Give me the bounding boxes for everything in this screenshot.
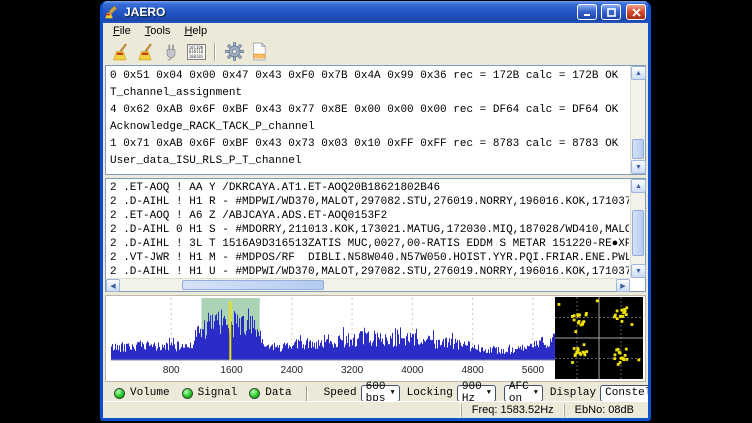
signal-led-icon bbox=[182, 388, 193, 399]
svg-text:1600: 1600 bbox=[220, 365, 243, 376]
acars-hscrollbar[interactable]: ◀ ▶ bbox=[106, 278, 630, 291]
log-line: 2 .D-AIHL ! 3L T 1516A9D316513ZATIS MUC,… bbox=[110, 237, 626, 251]
maximize-button[interactable] bbox=[601, 4, 621, 20]
broom-icon bbox=[112, 43, 130, 61]
signal-label: Signal bbox=[198, 387, 238, 399]
speed-select[interactable]: 600 bps ▼ bbox=[361, 385, 400, 402]
svg-text:4000: 4000 bbox=[401, 365, 424, 376]
status-bar: Freq: 1583.52Hz EbNo: 08dB bbox=[103, 401, 648, 418]
svg-text:2400: 2400 bbox=[281, 365, 304, 376]
acars-vscrollbar[interactable]: ▲ ▼ bbox=[630, 179, 645, 278]
data-indicator: Data bbox=[249, 387, 291, 399]
chevron-down-icon: ▼ bbox=[390, 389, 394, 397]
packet-output-vscrollbar[interactable]: ▲ ▼ bbox=[630, 66, 645, 174]
locking-select[interactable]: 900 Hz ▼ bbox=[457, 385, 496, 402]
menu-help[interactable]: Help bbox=[177, 24, 214, 39]
acars-message-area[interactable]: 2 .ET-AOQ ! AA Y /DKRCAYA.AT1.ET-AOQ20B1… bbox=[105, 178, 646, 292]
clear-first-output-button[interactable] bbox=[110, 41, 132, 62]
log-file-icon: LOG bbox=[250, 42, 268, 61]
window-title: JAERO bbox=[124, 5, 573, 19]
log-line: Acknowledge_RACK_TACK_P_channel bbox=[110, 119, 626, 136]
toolbar: 101100 010110 100101 bbox=[103, 39, 648, 64]
log-line: 2 .D-AIHL ! H1 R - #MDPWI/WD370,MALOT,29… bbox=[110, 195, 626, 209]
scrollbar-thumb[interactable] bbox=[182, 280, 324, 290]
close-button[interactable] bbox=[626, 4, 646, 20]
scroll-left-arrow-icon[interactable]: ◀ bbox=[106, 279, 120, 292]
freq-status: Freq: 1583.52Hz bbox=[461, 404, 564, 417]
toolbar-separator bbox=[214, 43, 216, 61]
afc-select[interactable]: AFC on ▼ bbox=[504, 385, 543, 402]
log-line: 2 .D-AIHL 0 H1 S - #MDORRY,211013.KOK,17… bbox=[110, 223, 626, 237]
svg-text:3200: 3200 bbox=[341, 365, 364, 376]
scroll-right-arrow-icon[interactable]: ▶ bbox=[616, 279, 630, 292]
volume-led-icon bbox=[114, 388, 125, 399]
volume-label: Volume bbox=[130, 387, 170, 399]
controls-separator bbox=[306, 386, 308, 401]
acars-message-text: 2 .ET-AOQ ! AA Y /DKRCAYA.AT1.ET-AOQ20B1… bbox=[107, 180, 629, 277]
title-bar[interactable]: JAERO bbox=[100, 1, 651, 23]
chevron-down-icon: ▼ bbox=[487, 389, 491, 397]
log-icon-label: LOG bbox=[255, 54, 264, 59]
broom-icon bbox=[137, 43, 155, 61]
log-line: 4 0x62 0xAB 0x6F 0xBF 0x43 0x77 0x8E 0x0… bbox=[110, 102, 626, 119]
minimize-button[interactable] bbox=[577, 4, 597, 20]
scroll-up-arrow-icon[interactable]: ▲ bbox=[631, 66, 646, 80]
close-icon bbox=[632, 8, 641, 17]
data-led-icon bbox=[249, 388, 260, 399]
scrollbar-thumb[interactable] bbox=[632, 210, 644, 256]
scroll-down-arrow-icon[interactable]: ▼ bbox=[631, 160, 646, 174]
log-line: 1 0x71 0xAB 0x6F 0xBF 0x43 0x73 0x03 0x1… bbox=[110, 136, 626, 153]
svg-text:5600: 5600 bbox=[522, 365, 545, 376]
log-line: 0 0x51 0x04 0x00 0x47 0x43 0xF0 0x7B 0x4… bbox=[110, 68, 626, 85]
log-line: User_data_ISU_RLS_P_T_channel bbox=[110, 153, 626, 170]
log-line: T_channel_assignment bbox=[110, 85, 626, 102]
packet-output-text: 0 0x51 0x04 0x00 0x47 0x43 0xF0 0x7B 0x4… bbox=[107, 67, 629, 173]
jaero-window: JAERO File Tools Help bbox=[100, 1, 651, 421]
speed-label: Speed bbox=[324, 387, 357, 399]
minimize-icon bbox=[583, 8, 592, 17]
menu-tools[interactable]: Tools bbox=[138, 24, 178, 39]
log-line: 2 .ET-AOQ ! AA Y /DKRCAYA.AT1.ET-AOQ20B1… bbox=[110, 181, 626, 195]
binary-data-button[interactable]: 101100 010110 100101 bbox=[185, 41, 207, 62]
binary-line: 100101 bbox=[188, 55, 205, 60]
display-select[interactable]: Constellation ▼ bbox=[600, 385, 651, 402]
spectrum-panel: 800 1600 2400 3200 4000 4800 5600 bbox=[105, 295, 646, 382]
controls-bar: Volume Signal Data Speed 600 bps ▼ Locki… bbox=[103, 384, 648, 402]
constellation-display bbox=[555, 297, 643, 379]
packet-output-area[interactable]: 0 0x51 0x04 0x00 0x47 0x43 0xF0 0x7B 0x4… bbox=[105, 65, 646, 175]
log-line: 2 .VT-JWR ! H1 M - #MDPOS/RF DIBLI.N58W0… bbox=[110, 251, 626, 265]
clear-second-output-button[interactable] bbox=[135, 41, 157, 62]
signal-indicator: Signal bbox=[182, 387, 238, 399]
log-file-button[interactable]: LOG bbox=[248, 41, 270, 62]
scrollbar-thumb[interactable] bbox=[632, 139, 644, 159]
log-line: 2 .D-AIHL ! H1 U - #MDPWI/WD370,MALOT,29… bbox=[110, 265, 626, 277]
svg-text:4800: 4800 bbox=[461, 365, 484, 376]
maximize-icon bbox=[607, 8, 616, 17]
connect-audio-button[interactable] bbox=[160, 41, 182, 62]
volume-indicator: Volume bbox=[114, 387, 170, 399]
data-label: Data bbox=[265, 387, 291, 399]
display-value: Constellation bbox=[605, 387, 651, 399]
svg-text:800: 800 bbox=[163, 365, 180, 376]
app-icon bbox=[105, 5, 120, 19]
menu-bar: File Tools Help bbox=[103, 23, 648, 39]
display-label: Display bbox=[550, 387, 596, 399]
scroll-down-arrow-icon[interactable]: ▼ bbox=[631, 264, 646, 278]
menu-file[interactable]: File bbox=[106, 24, 138, 39]
binary-icon: 101100 010110 100101 bbox=[187, 44, 206, 60]
spectrum-plot[interactable]: 800 1600 2400 3200 4000 4800 5600 bbox=[111, 298, 557, 378]
gear-icon bbox=[225, 42, 244, 61]
chevron-down-icon: ▼ bbox=[534, 389, 538, 397]
log-line: 2 .ET-AOQ ! A6 Z /ABJCAYA.ADS.ET-AOQ0153… bbox=[110, 209, 626, 223]
settings-button[interactable] bbox=[223, 41, 245, 62]
scroll-up-arrow-icon[interactable]: ▲ bbox=[631, 179, 646, 193]
ebno-status: EbNo: 08dB bbox=[564, 404, 644, 417]
locking-label: Locking bbox=[407, 387, 453, 399]
plug-icon bbox=[162, 43, 180, 61]
